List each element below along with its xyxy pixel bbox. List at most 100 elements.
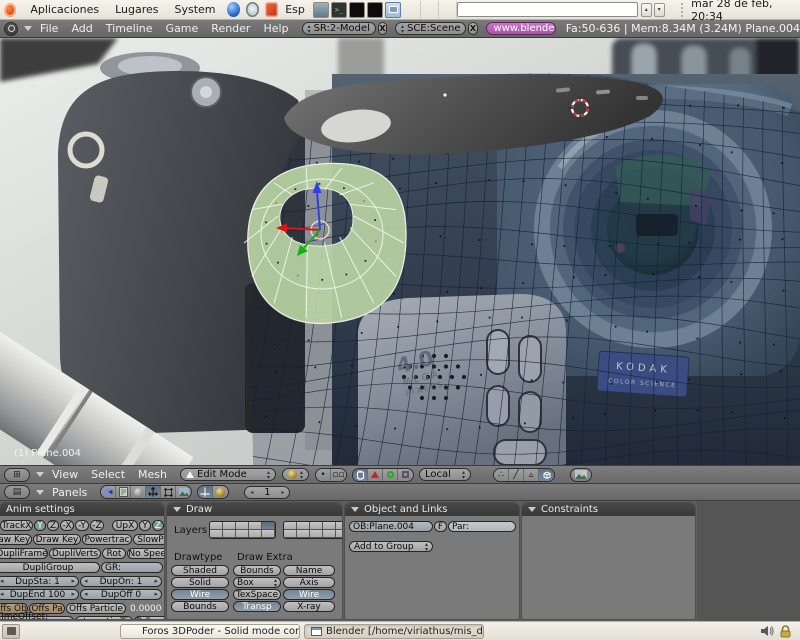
prspeed-button[interactable]: PrSpeed bbox=[134, 616, 164, 619]
panel-collapse-icon[interactable] bbox=[173, 507, 181, 512]
offs-particle-button[interactable]: Offs Particle bbox=[66, 603, 126, 614]
translate-manipulator-toggle[interactable] bbox=[368, 468, 384, 481]
extra-axis-button[interactable]: Axis bbox=[283, 577, 335, 588]
help-icon[interactable] bbox=[245, 2, 259, 17]
group-field[interactable]: GR: bbox=[101, 562, 163, 573]
track-negz-button[interactable]: -Z bbox=[90, 520, 104, 531]
screen-delete-button[interactable]: X bbox=[377, 22, 387, 35]
menu-system[interactable]: System bbox=[167, 3, 224, 16]
buttons-collapse-icon[interactable] bbox=[36, 489, 44, 495]
extra-bounds-button[interactable]: Bounds bbox=[233, 565, 281, 576]
menu-file[interactable]: File bbox=[40, 22, 58, 35]
layer-toggle[interactable] bbox=[323, 522, 336, 530]
anim-settings-panel-header[interactable]: Anim settings bbox=[0, 503, 164, 516]
draw-panel[interactable]: Draw Layers Drawtype Draw Extra Shaded S… bbox=[167, 503, 342, 619]
logic-context-button[interactable] bbox=[101, 486, 117, 498]
panel-collapse-icon[interactable] bbox=[528, 507, 536, 512]
layer-toggle[interactable] bbox=[249, 530, 262, 538]
layer-toggle[interactable] bbox=[284, 530, 297, 538]
track-negx-button[interactable]: -X bbox=[60, 520, 74, 531]
menu-lugares[interactable]: Lugares bbox=[107, 3, 166, 16]
taskbar-window-firefox[interactable]: Foros 3DPoder - Solid mode con tra... bbox=[120, 623, 300, 639]
transp-button[interactable]: Transp bbox=[233, 601, 281, 612]
fake-user-button[interactable]: F bbox=[434, 521, 447, 532]
scale-manipulator-toggle[interactable] bbox=[398, 469, 413, 481]
blender-logo-icon[interactable] bbox=[4, 21, 19, 36]
object-subcontext-button[interactable] bbox=[198, 486, 214, 498]
terminal-window-icon[interactable]: >_ bbox=[331, 1, 348, 18]
buttons-editor-type-button[interactable]: ▤ bbox=[4, 485, 30, 499]
panel-search-input[interactable] bbox=[456, 2, 638, 17]
trackz-button[interactable]: Z bbox=[47, 520, 59, 531]
menu-add[interactable]: Add bbox=[71, 22, 92, 35]
vertex-select-button[interactable]: ∴ bbox=[494, 468, 510, 481]
no-speed-button[interactable]: No Speed bbox=[127, 548, 164, 559]
drawtype-bounds-button[interactable]: Bounds bbox=[171, 601, 229, 612]
object-links-panel-header[interactable]: Object and Links bbox=[345, 503, 519, 516]
scene-context-button[interactable] bbox=[176, 486, 191, 498]
layer-grid-2[interactable] bbox=[283, 521, 342, 539]
slowpar-button[interactable]: SlowPa bbox=[133, 534, 164, 545]
track-negy-button[interactable]: -Y bbox=[75, 520, 89, 531]
3d-viewport[interactable]: 4.0 MEGA PIXELS KODAK COLOR SCIENCE (1) … bbox=[0, 38, 800, 465]
texspace-button[interactable]: TexSpace bbox=[233, 589, 281, 600]
frame-left-arrow[interactable]: ◂ bbox=[250, 489, 253, 495]
bounds-type-menu[interactable]: Box ▴ ▾ bbox=[233, 577, 281, 588]
constraints-panel-header[interactable]: Constraints bbox=[522, 503, 695, 516]
tracky-button[interactable]: Y bbox=[34, 520, 46, 531]
window-thumb-2[interactable] bbox=[349, 1, 366, 18]
powertrack-button[interactable]: Powertrac bbox=[82, 534, 132, 545]
copy-icon[interactable]: ▫▫ bbox=[331, 469, 346, 481]
edge-select-button[interactable]: ╱ bbox=[509, 468, 525, 481]
editor-type-button[interactable]: ⊞ bbox=[4, 467, 30, 482]
layer-toggle[interactable] bbox=[236, 530, 249, 538]
screen-selector[interactable]: ▴ ▾ SR:2-Model bbox=[301, 22, 376, 35]
upy-button[interactable]: Y bbox=[139, 520, 151, 531]
dupon-field[interactable]: ◂ DupOn: 1 ▸ bbox=[80, 576, 162, 587]
upx-button[interactable]: UpX bbox=[112, 520, 138, 531]
spin-up-button[interactable]: ▴ bbox=[640, 2, 652, 17]
dupend-field[interactable]: ◂ DupEnd 100 ▸ bbox=[0, 589, 79, 600]
panel-collapse-icon[interactable] bbox=[351, 507, 359, 512]
taskbar-window-blender[interactable]: Blender [/home/viriathus/mis_docu... bbox=[304, 623, 484, 639]
menu-mesh[interactable]: Mesh bbox=[138, 468, 167, 481]
layer-toggle[interactable] bbox=[284, 522, 297, 530]
spin-down-button[interactable]: ▾ bbox=[653, 2, 665, 17]
layer-toggle[interactable] bbox=[310, 522, 323, 530]
face-select-button[interactable]: ▵ bbox=[524, 468, 540, 481]
layer-toggle[interactable] bbox=[262, 522, 275, 530]
layer-toggle[interactable] bbox=[297, 522, 310, 530]
parent-field[interactable]: Par: bbox=[448, 521, 516, 532]
upz-button[interactable]: Z bbox=[152, 520, 164, 531]
drawtype-solid-button[interactable]: Solid bbox=[171, 577, 229, 588]
dupliframe-button[interactable]: DupliFrame bbox=[0, 548, 48, 559]
layer-toggle[interactable] bbox=[249, 522, 262, 530]
timeoffset-field[interactable]: TimeOffset: 0.00 bbox=[0, 612, 74, 619]
layer-toggle[interactable] bbox=[223, 530, 236, 538]
script-context-button[interactable] bbox=[116, 486, 132, 498]
draw-type-selector[interactable]: ▴ ▾ bbox=[282, 468, 310, 481]
blender-launcher-icon[interactable] bbox=[265, 2, 279, 17]
window-thumb-1[interactable] bbox=[312, 1, 330, 18]
layer-toggle[interactable] bbox=[336, 530, 342, 538]
render-preview-button[interactable] bbox=[570, 467, 593, 482]
drawtype-wire-button[interactable]: Wire bbox=[171, 589, 229, 600]
dupligroup-button[interactable]: DupliGroup bbox=[0, 562, 100, 573]
add-to-group-menu[interactable]: Add to Group ▴ ▾ bbox=[349, 541, 433, 552]
object-context-button[interactable] bbox=[146, 486, 162, 498]
layer-toggle[interactable] bbox=[310, 530, 323, 538]
constraints-panel[interactable]: Constraints bbox=[522, 503, 695, 619]
draw-key-sel-button[interactable]: Draw Key bbox=[33, 534, 81, 545]
collapse-menus-icon[interactable] bbox=[24, 26, 33, 31]
menu-aplicaciones[interactable]: Aplicaciones bbox=[22, 3, 107, 16]
frame-right-arrow[interactable]: ▸ bbox=[281, 489, 284, 495]
panel-clock[interactable]: mar 28 de feb, 20:34 bbox=[691, 0, 800, 23]
show-desktop-button[interactable] bbox=[2, 623, 20, 639]
view3d-collapse-icon[interactable] bbox=[36, 472, 44, 477]
lock-keys-icon[interactable] bbox=[779, 624, 792, 638]
layer-toggle[interactable] bbox=[323, 530, 336, 538]
xray-button[interactable]: X-ray bbox=[283, 601, 335, 612]
blender-version-link[interactable]: www.blender.org 241 bbox=[485, 22, 556, 35]
draw-panel-header[interactable]: Draw bbox=[167, 503, 342, 516]
rotate-manipulator-toggle[interactable] bbox=[383, 468, 399, 481]
